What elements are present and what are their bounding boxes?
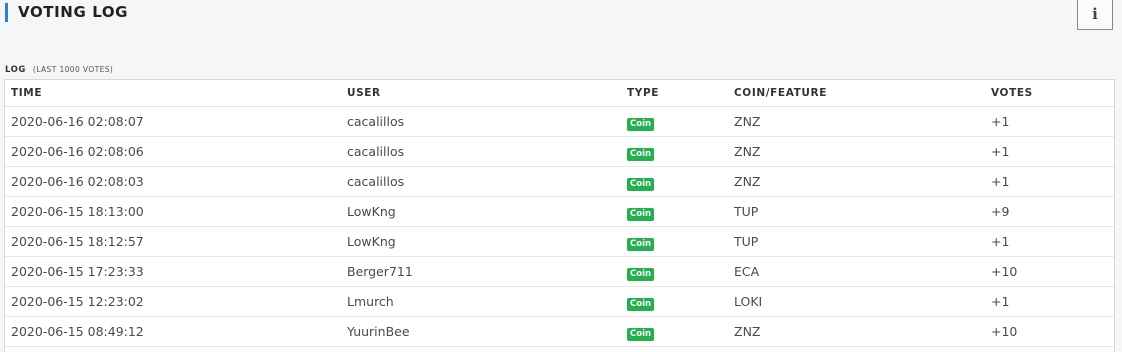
cell-votes: +10 (985, 256, 1114, 287)
cell-coin: TUP (728, 196, 985, 227)
table-row: 2020-06-15 12:23:02 Lmurch Coin LOKI +1 (5, 286, 1114, 317)
info-button[interactable]: i (1077, 0, 1113, 30)
page-title: VOTING LOG (18, 3, 129, 21)
cell-type: Coin (621, 256, 728, 287)
cell-coin: ZNZ (728, 316, 985, 347)
cell-coin: TUP (728, 226, 985, 257)
cell-type: Coin (621, 316, 728, 347)
cell-user: LowKng (341, 196, 621, 227)
table-header-row: TIME USER TYPE COIN/FEATURE VOTES (5, 80, 1114, 107)
cell-user: YuurinBee (341, 316, 621, 347)
column-header-user[interactable]: USER (341, 80, 621, 107)
page-header: VOTING LOG (5, 2, 128, 22)
table-row: 2020-06-16 02:08:06 cacalillos Coin ZNZ … (5, 136, 1114, 167)
cell-type: Coin (621, 286, 728, 317)
cell-votes: +10 (985, 316, 1114, 347)
table-row: 2020-06-16 02:08:03 cacalillos Coin ZNZ … (5, 166, 1114, 197)
cell-time: 2020-06-16 02:08:03 (5, 166, 341, 197)
cell-type: Coin (621, 106, 728, 137)
column-header-type[interactable]: TYPE (621, 80, 728, 107)
type-badge: Coin (627, 208, 655, 221)
cell-votes: +1 (985, 136, 1114, 167)
cell-votes: +1 (985, 166, 1114, 197)
table-row: 2020-06-15 18:12:57 LowKng Coin TUP +1 (5, 226, 1114, 257)
cell-time: 2020-06-15 18:12:57 (5, 226, 341, 257)
cell-user: Berger711 (341, 256, 621, 287)
cell-coin: LOKI (728, 286, 985, 317)
log-sublabel: (LAST 1000 VOTES) (32, 65, 114, 74)
voting-log-table-container: TIME USER TYPE COIN/FEATURE VOTES 2020-0… (4, 79, 1115, 352)
cell-type: Coin (621, 196, 728, 227)
table-row: 2020-06-15 17:23:33 Berger711 Coin ECA +… (5, 256, 1114, 287)
cell-votes: +1 (985, 226, 1114, 257)
cell-user: cacalillos (341, 166, 621, 197)
cell-votes: +9 (985, 196, 1114, 227)
cell-user: LowKng (341, 226, 621, 257)
type-badge: Coin (627, 298, 655, 311)
cell-time: 2020-06-16 02:08:07 (5, 106, 341, 137)
type-badge: Coin (627, 238, 655, 251)
cell-time: 2020-06-15 17:23:33 (5, 256, 341, 287)
column-header-votes[interactable]: VOTES (985, 80, 1114, 107)
cell-coin: ZNZ (728, 106, 985, 137)
cell-coin: ECA (728, 256, 985, 287)
type-badge: Coin (627, 148, 655, 161)
cell-votes: +1 (985, 106, 1114, 137)
cell-coin: ZNZ (728, 136, 985, 167)
cell-votes: +1 (985, 286, 1114, 317)
cell-time: 2020-06-15 12:23:02 (5, 286, 341, 317)
cell-coin: ZNZ (728, 166, 985, 197)
column-header-coin-feature[interactable]: COIN/FEATURE (728, 80, 985, 107)
cell-type: Coin (621, 166, 728, 197)
voting-log-table: TIME USER TYPE COIN/FEATURE VOTES 2020-0… (5, 80, 1114, 347)
log-label: LOG (5, 65, 26, 75)
log-caption: LOG (LAST 1000 VOTES) (5, 57, 113, 76)
type-badge: Coin (627, 178, 655, 191)
cell-user: Lmurch (341, 286, 621, 317)
cell-type: Coin (621, 136, 728, 167)
title-accent-bar (5, 2, 8, 22)
table-row: 2020-06-16 02:08:07 cacalillos Coin ZNZ … (5, 106, 1114, 137)
table-row: 2020-06-15 08:49:12 YuurinBee Coin ZNZ +… (5, 316, 1114, 347)
type-badge: Coin (627, 268, 655, 281)
cell-type: Coin (621, 226, 728, 257)
cell-time: 2020-06-15 08:49:12 (5, 316, 341, 347)
cell-user: cacalillos (341, 136, 621, 167)
table-row: 2020-06-15 18:13:00 LowKng Coin TUP +9 (5, 196, 1114, 227)
voting-log-page: VOTING LOG i LOG (LAST 1000 VOTES) TIME … (0, 0, 1122, 352)
cell-user: cacalillos (341, 106, 621, 137)
info-icon: i (1092, 4, 1098, 23)
type-badge: Coin (627, 328, 655, 341)
column-header-time[interactable]: TIME (5, 80, 341, 107)
type-badge: Coin (627, 118, 655, 131)
cell-time: 2020-06-16 02:08:06 (5, 136, 341, 167)
cell-time: 2020-06-15 18:13:00 (5, 196, 341, 227)
